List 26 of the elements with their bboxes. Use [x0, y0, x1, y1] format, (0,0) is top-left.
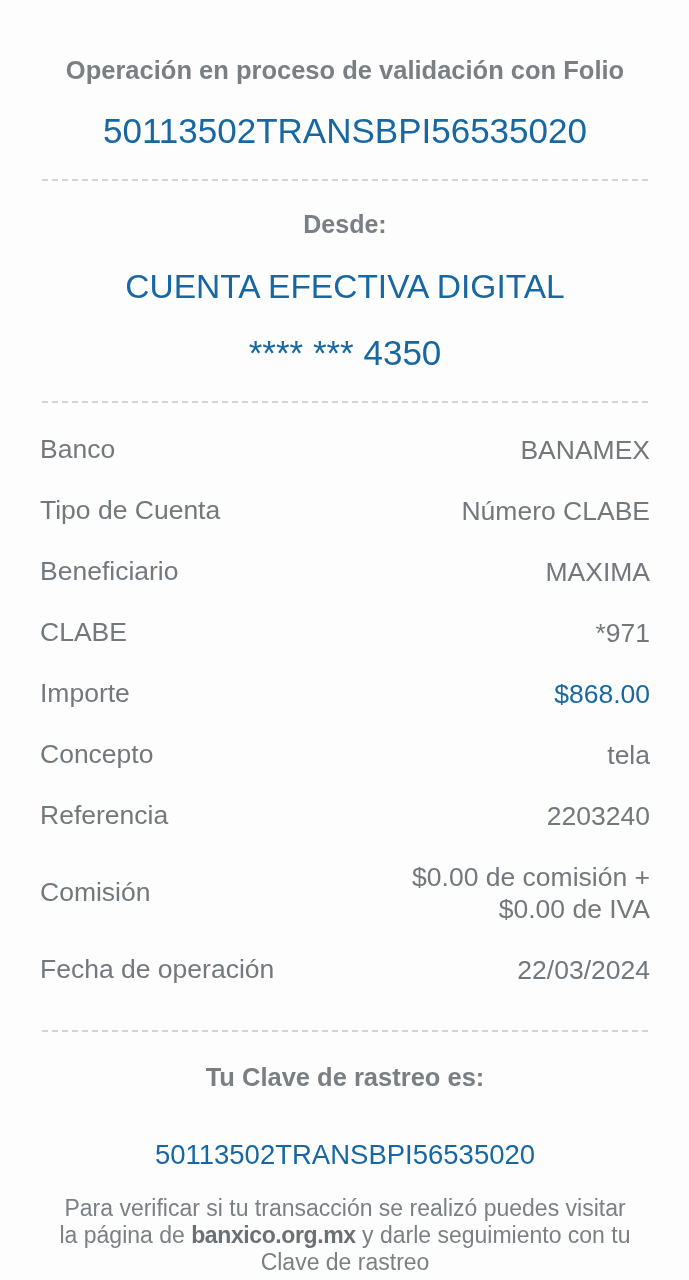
detail-label: Importe	[40, 678, 130, 709]
detail-value: $0.00 de comisión + $0.00 de IVA	[411, 860, 650, 925]
amount-value: $868.00	[554, 677, 650, 710]
detail-label: Concepto	[40, 739, 154, 770]
detail-label: Banco	[40, 434, 116, 465]
detail-value: tela	[607, 738, 650, 771]
detail-label: Fecha de operación	[40, 954, 275, 985]
detail-label: Tipo de Cuenta	[40, 495, 221, 526]
detail-value: Número CLABE	[461, 494, 650, 527]
detail-label: Beneficiario	[40, 556, 179, 587]
account-name: CUENTA EFECTIVA DIGITAL	[124, 268, 566, 306]
detail-value: 22/03/2024	[517, 953, 650, 986]
detail-value: BANAMEX	[520, 433, 650, 466]
detail-label: CLABE	[40, 617, 127, 648]
detail-label: Referencia	[40, 800, 169, 831]
detail-value: 2203240	[546, 799, 650, 832]
detail-value: *971	[595, 616, 650, 649]
tracking-code: 50113502TRANSBPI56535020	[153, 1140, 537, 1170]
detail-value: MAXIMA	[545, 555, 650, 588]
account-number: **** *** 4350	[247, 335, 443, 371]
origin-label: Desde:	[302, 209, 388, 239]
tracking-label: Tu Clave de rastreo es:	[204, 1062, 486, 1092]
detail-label: Comisión	[40, 877, 151, 908]
help-text: Para verificar si tu transacción se realizó puedes visitar la página de banxico.org.mx y darle seguimiento con tu Clave de rastreo	[58, 1195, 632, 1276]
folio-number: 50113502TRANSBPI56535020	[102, 113, 588, 149]
page-title: Operación en proceso de validación con Folio	[64, 55, 626, 85]
